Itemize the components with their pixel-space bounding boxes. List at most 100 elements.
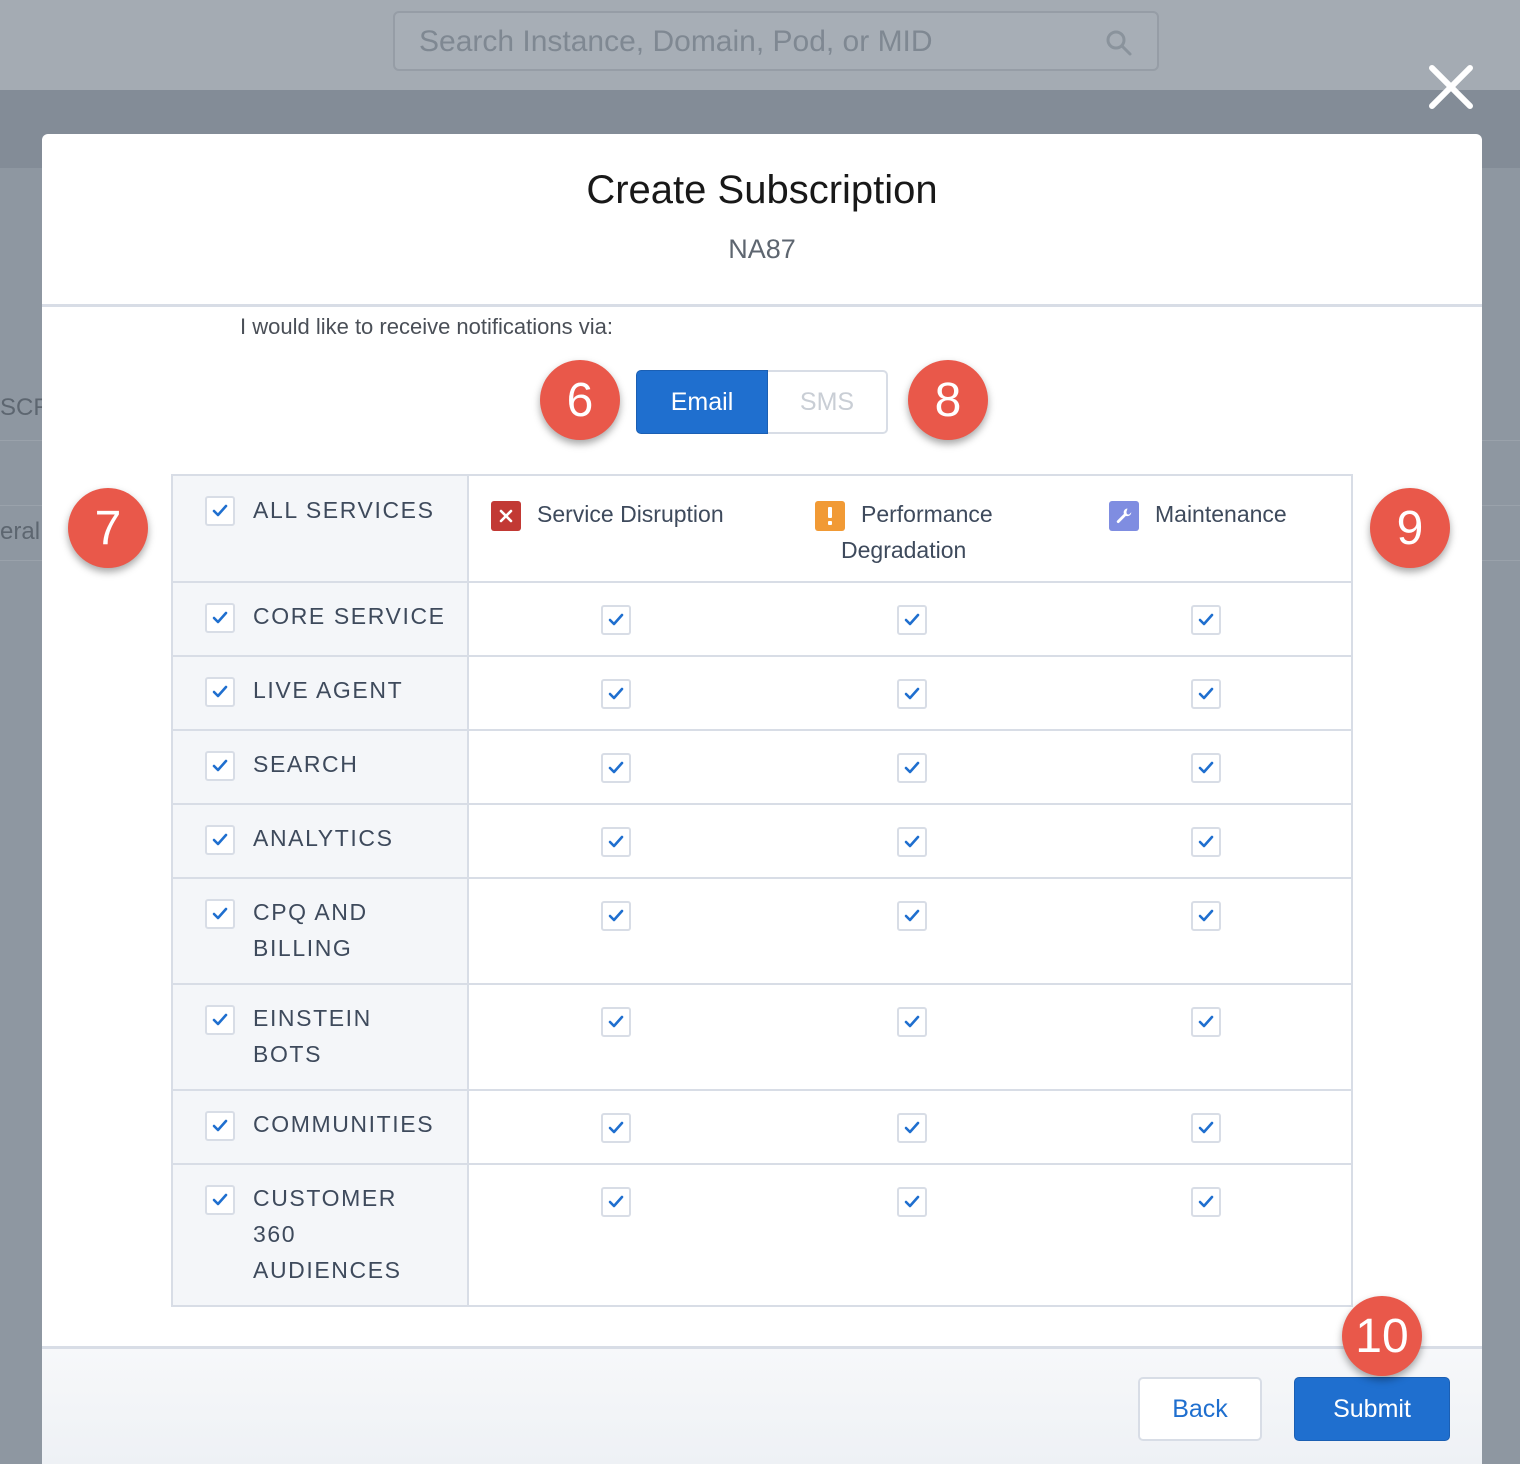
close-icon[interactable] [1426,62,1476,112]
checkbox[interactable] [897,1113,927,1143]
checkmark-icon [904,1015,920,1028]
notification-intro: I would like to receive notifications vi… [240,314,613,339]
notification-checkbox[interactable] [601,753,631,783]
checkbox[interactable] [205,603,235,633]
checkmark-icon [608,761,624,774]
checkbox[interactable] [897,827,927,857]
all-services-checkbox[interactable] [205,496,235,526]
notification-checkbox[interactable] [1191,679,1221,709]
checkbox[interactable] [601,605,631,635]
service-checkbox[interactable] [205,825,235,855]
notification-checkbox[interactable] [1191,605,1221,635]
notification-checkbox[interactable] [897,827,927,857]
notification-checkbox[interactable] [897,605,927,635]
checkbox[interactable] [1191,753,1221,783]
checkmark-icon [904,1195,920,1208]
checkmark-icon [608,687,624,700]
checkbox[interactable] [601,901,631,931]
checkbox[interactable] [205,751,235,781]
submit-button[interactable]: Submit [1294,1377,1450,1441]
checkmark-icon [1198,909,1214,922]
notification-checkbox[interactable] [1191,1113,1221,1143]
checkbox[interactable] [205,496,235,526]
checkbox[interactable] [205,1005,235,1035]
table-row: LIVE AGENT [173,655,1351,729]
checkmark-icon [904,1121,920,1134]
checkbox[interactable] [1191,1007,1221,1037]
modal-title: Create Subscription [586,168,938,212]
checkbox[interactable] [1191,827,1221,857]
notification-checkbox[interactable] [897,901,927,931]
table-row: COMMUNITIES [173,1089,1351,1163]
checkmark-icon [1198,835,1214,848]
notification-checkbox[interactable] [601,1113,631,1143]
notification-checkbox[interactable] [601,679,631,709]
checkbox[interactable] [601,1007,631,1037]
notification-checkbox[interactable] [601,1187,631,1217]
checkbox[interactable] [897,901,927,931]
checkmark-icon [904,761,920,774]
checkbox[interactable] [897,679,927,709]
sms-toggle-button[interactable]: SMS [768,370,888,434]
service-checkbox[interactable] [205,1185,235,1215]
service-checkbox[interactable] [205,751,235,781]
checkmark-icon [904,687,920,700]
notification-checkbox[interactable] [897,1007,927,1037]
email-toggle-button[interactable]: Email [636,370,768,434]
table-row: CUSTOMER 360 AUDIENCES [173,1163,1351,1305]
notification-checkbox[interactable] [897,679,927,709]
service-checkbox[interactable] [205,1111,235,1141]
checkbox[interactable] [205,825,235,855]
checkbox[interactable] [897,1187,927,1217]
notification-checkbox[interactable] [601,901,631,931]
notification-checkbox[interactable] [1191,827,1221,857]
service-label-line: BILLING [253,935,353,961]
service-label-line: LIVE AGENT [253,677,404,703]
checkbox[interactable] [601,679,631,709]
checkbox[interactable] [897,753,927,783]
notification-checkbox[interactable] [1191,1007,1221,1037]
checkbox[interactable] [205,1111,235,1141]
service-checkbox[interactable] [205,677,235,707]
notification-checkbox[interactable] [1191,753,1221,783]
notification-checkbox[interactable] [601,605,631,635]
back-button[interactable]: Back [1138,1377,1262,1441]
background-search-input: Search Instance, Domain, Pod, or MID [393,11,1159,71]
checkbox[interactable] [601,827,631,857]
service-checkbox[interactable] [205,899,235,929]
checkmark-icon [212,1013,228,1026]
service-checkbox[interactable] [205,603,235,633]
checkbox[interactable] [1191,605,1221,635]
checkbox[interactable] [897,1007,927,1037]
checkmark-icon [212,833,228,846]
checkmark-icon [212,685,228,698]
notification-checkbox[interactable] [897,1187,927,1217]
service-checkbox[interactable] [205,1005,235,1035]
service-label-line: ANALYTICS [253,825,394,851]
checkbox[interactable] [205,899,235,929]
checkbox[interactable] [1191,1113,1221,1143]
notification-checkbox[interactable] [601,827,631,857]
notification-channel-toggle: Email SMS [636,370,888,434]
background-text-fragment: eral [0,518,41,545]
notification-checkbox[interactable] [1191,1187,1221,1217]
checkbox[interactable] [601,753,631,783]
column-performance-degradation: Performance Degradation [815,496,993,563]
checkbox[interactable] [601,1113,631,1143]
checkbox[interactable] [1191,679,1221,709]
checkmark-icon [212,1119,228,1132]
checkmark-icon [1198,1195,1214,1208]
checkbox[interactable] [897,605,927,635]
checkbox[interactable] [601,1187,631,1217]
notification-checkbox[interactable] [897,753,927,783]
checkbox[interactable] [205,677,235,707]
notification-checkbox[interactable] [897,1113,927,1143]
checkbox[interactable] [205,1185,235,1215]
service-label: ANALYTICS [253,820,453,856]
checkbox[interactable] [1191,1187,1221,1217]
checkbox[interactable] [1191,901,1221,931]
notification-checkbox[interactable] [601,1007,631,1037]
notification-checkbox[interactable] [1191,901,1221,931]
service-label-line: 360 [253,1221,297,1247]
checkmark-icon [904,835,920,848]
